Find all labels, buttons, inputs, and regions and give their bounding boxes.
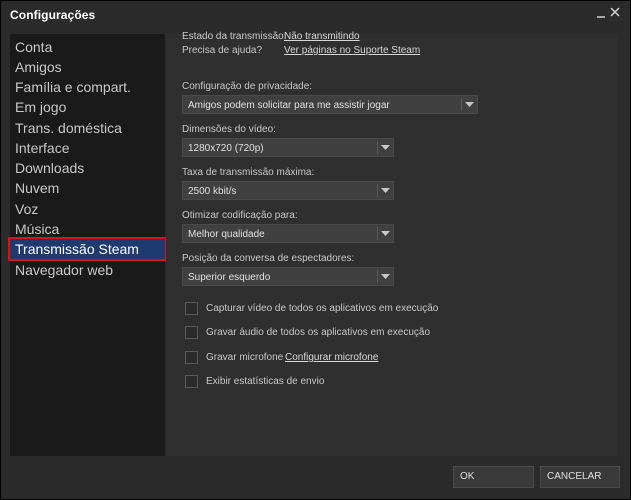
sidebar-item-amigos[interactable]: Amigos xyxy=(10,57,165,77)
chat-position-value: Superior esquerdo xyxy=(188,272,271,283)
video-dimensions-label: Dimensões do vídeo: xyxy=(182,124,276,135)
bitrate-dropdown[interactable]: 2500 kbit/s xyxy=(182,181,394,200)
chevron-down-icon xyxy=(465,102,474,107)
sidebar-item-downloads[interactable]: Downloads xyxy=(10,158,165,178)
close-icon[interactable] xyxy=(608,5,624,21)
sidebar-item-trans-domestica[interactable]: Trans. doméstica xyxy=(10,118,165,138)
record-microphone-checkbox[interactable] xyxy=(185,351,198,364)
dropdown-separator xyxy=(377,227,378,240)
record-audio-label: Gravar áudio de todos os aplicativos em … xyxy=(206,327,431,338)
privacy-value: Amigos podem solicitar para me assistir … xyxy=(188,100,390,111)
bitrate-label: Taxa de transmissão máxima: xyxy=(182,167,315,178)
sidebar-item-voz[interactable]: Voz xyxy=(10,199,165,219)
status-value-link[interactable]: Não transmitindo xyxy=(284,31,360,42)
privacy-dropdown[interactable]: Amigos podem solicitar para me assistir … xyxy=(182,95,478,114)
sidebar-item-familia[interactable]: Família e compart. xyxy=(10,77,165,97)
broadcast-settings-panel: Estado da transmissão: Não transmitindo … xyxy=(166,31,618,456)
title-bar[interactable]: Configurações xyxy=(1,1,630,28)
sidebar-item-navegador-web[interactable]: Navegador web xyxy=(10,260,165,280)
chevron-down-icon xyxy=(381,145,390,150)
ok-button[interactable]: OK xyxy=(453,466,534,488)
chevron-down-icon xyxy=(381,274,390,279)
privacy-label: Configuração de privacidade: xyxy=(182,81,313,92)
encoding-label: Otimizar codificação para: xyxy=(182,210,298,221)
dropdown-separator xyxy=(377,270,378,283)
chat-position-dropdown[interactable]: Superior esquerdo xyxy=(182,267,394,286)
sidebar-item-transmissao-steam[interactable]: Transmissão Steam xyxy=(8,237,167,261)
window-title: Configurações xyxy=(10,8,96,22)
capture-video-label: Capturar vídeo de todos os aplicativos e… xyxy=(206,303,439,314)
video-dimensions-dropdown[interactable]: 1280x720 (720p) xyxy=(182,138,394,157)
capture-video-checkbox[interactable] xyxy=(185,302,198,315)
settings-window: Configurações Conta Amigos Família e com… xyxy=(0,0,631,500)
chat-position-label: Posição da conversa de espectadores: xyxy=(182,253,355,264)
configure-microphone-link[interactable]: Configurar microfone xyxy=(285,352,378,363)
status-label: Estado da transmissão: xyxy=(182,31,287,42)
show-upload-stats-checkbox[interactable] xyxy=(185,375,198,388)
sidebar-item-musica[interactable]: Música xyxy=(10,219,165,239)
encoding-dropdown[interactable]: Melhor qualidade xyxy=(182,224,394,243)
record-microphone-label: Gravar microfone xyxy=(206,352,284,363)
dropdown-separator xyxy=(461,98,462,111)
dropdown-separator xyxy=(377,184,378,197)
sidebar-item-nuvem[interactable]: Nuvem xyxy=(10,178,165,198)
chevron-down-icon xyxy=(381,231,390,236)
support-link[interactable]: Ver páginas no Suporte Steam xyxy=(284,45,420,56)
dropdown-separator xyxy=(377,141,378,154)
chevron-down-icon xyxy=(381,188,390,193)
sidebar-item-conta[interactable]: Conta xyxy=(10,37,165,57)
record-audio-checkbox[interactable] xyxy=(185,326,198,339)
bitrate-value: 2500 kbit/s xyxy=(188,186,237,197)
video-dimensions-value: 1280x720 (720p) xyxy=(188,143,264,154)
show-upload-stats-label: Exibir estatísticas de envio xyxy=(206,376,325,387)
help-label: Precisa de ajuda? xyxy=(182,45,263,56)
sidebar-item-interface[interactable]: Interface xyxy=(10,138,165,158)
settings-sidebar: Conta Amigos Família e compart. Em jogo … xyxy=(8,34,167,456)
encoding-value: Melhor qualidade xyxy=(188,229,265,240)
cancel-button[interactable]: CANCELAR xyxy=(540,466,620,488)
sidebar-item-em-jogo[interactable]: Em jogo xyxy=(10,97,165,117)
